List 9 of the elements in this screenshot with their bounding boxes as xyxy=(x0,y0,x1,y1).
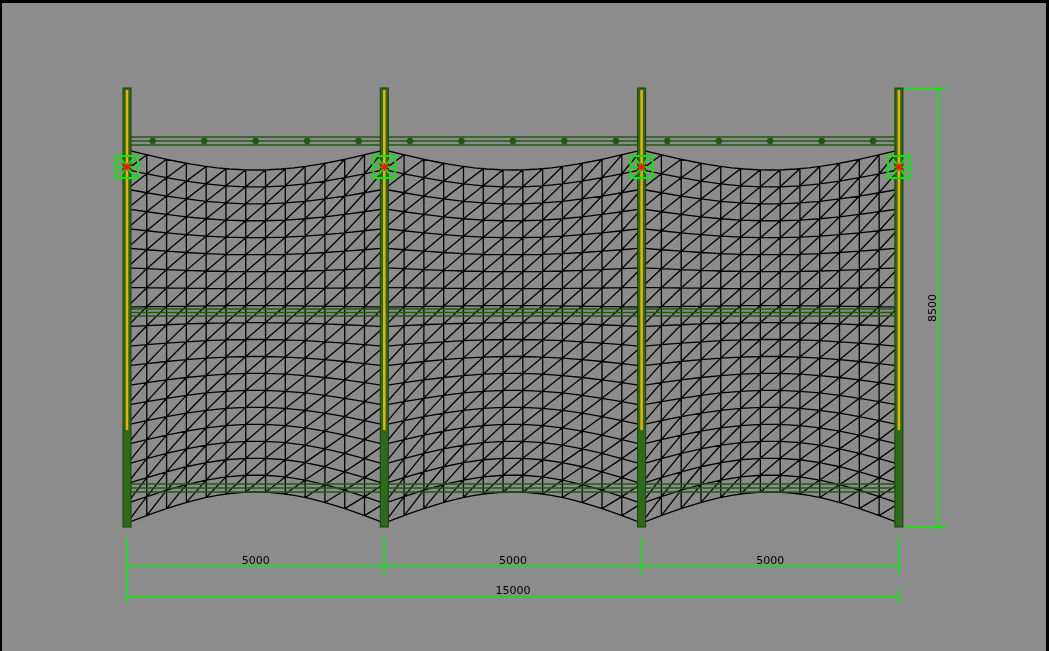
dimension-label: 8500 xyxy=(926,294,939,322)
dimension-label: 5000 xyxy=(498,554,527,567)
support-symbol xyxy=(886,155,911,179)
support-symbol xyxy=(629,155,654,179)
dimension-label: 5000 xyxy=(241,554,270,567)
dimension-label: 5000 xyxy=(756,554,785,567)
support-symbol xyxy=(115,155,139,179)
dimension-label: 15000 xyxy=(495,584,531,597)
support-symbol xyxy=(372,155,397,179)
